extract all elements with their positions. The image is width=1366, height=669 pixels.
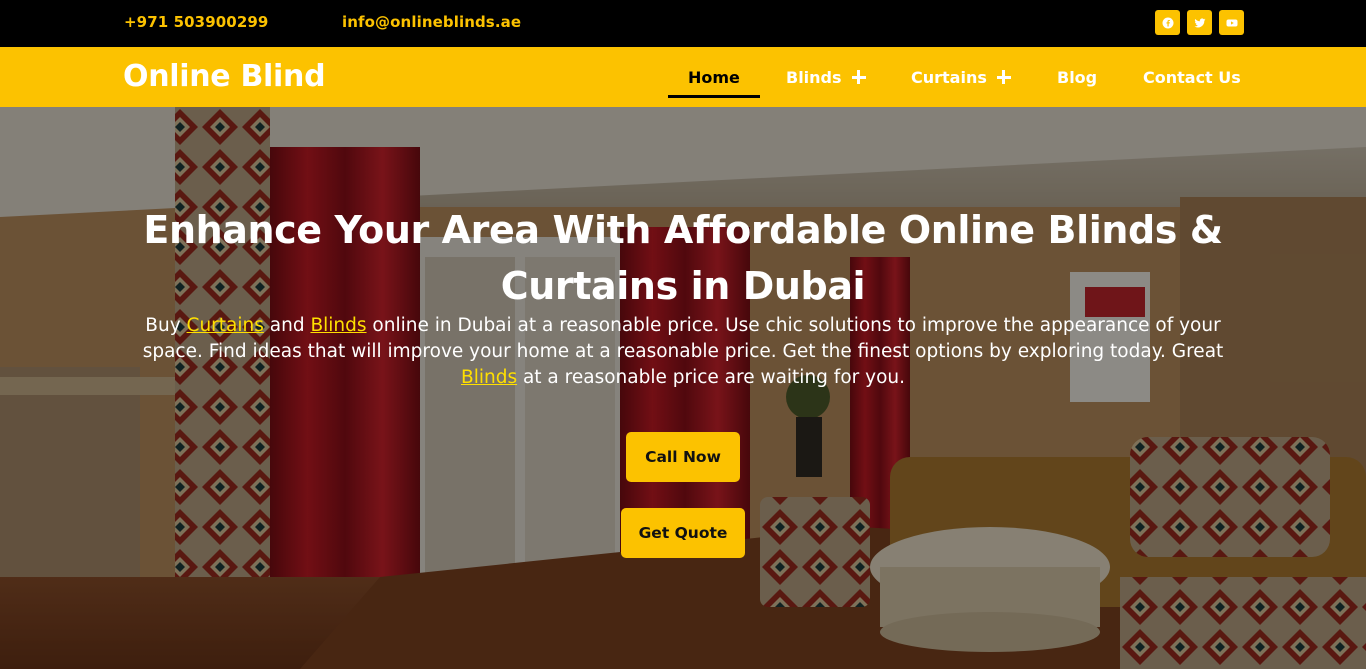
youtube-button[interactable]: [1219, 10, 1244, 35]
email-link[interactable]: info@onlineblinds.ae: [342, 13, 521, 31]
hero-text-part: at a reasonable price are waiting for yo…: [517, 367, 905, 388]
nav-item-contact[interactable]: Contact Us: [1143, 47, 1241, 107]
site-logo[interactable]: Online Blind: [123, 59, 326, 94]
hero-text-part: and: [263, 315, 311, 336]
facebook-button[interactable]: [1155, 10, 1180, 35]
top-bar: +971 503900299 info@onlineblinds.ae: [0, 0, 1366, 47]
social-links: [1155, 10, 1244, 35]
nav-item-label: Curtains: [911, 67, 987, 87]
nav-item-blinds[interactable]: Blinds: [786, 47, 866, 107]
twitter-icon: [1194, 17, 1205, 27]
nav-item-blog[interactable]: Blog: [1057, 47, 1097, 107]
facebook-icon: [1162, 17, 1173, 28]
get-quote-button[interactable]: Get Quote: [621, 508, 745, 558]
main-nav: Online Blind Home Blinds Curtains Blog C…: [0, 47, 1366, 107]
nav-item-label: Blog: [1057, 67, 1098, 87]
nav-item-label: Blinds: [786, 67, 842, 87]
hero-description: Buy Curtains and Blinds online in Dubai …: [125, 313, 1241, 391]
hero-text-part: Buy: [145, 315, 187, 336]
nav-item-label: Home: [688, 67, 740, 87]
phone-link[interactable]: +971 503900299: [124, 13, 268, 31]
hero-title: Enhance Your Area With Affordable Online…: [143, 208, 1223, 308]
nav-item-curtains[interactable]: Curtains: [911, 47, 1011, 107]
hero-section: Enhance Your Area With Affordable Online…: [0, 107, 1366, 669]
plus-icon[interactable]: [851, 70, 866, 84]
twitter-button[interactable]: [1187, 10, 1212, 35]
plus-icon[interactable]: [996, 70, 1011, 84]
nav-item-home[interactable]: Home: [668, 47, 760, 107]
curtains-link[interactable]: Curtains: [187, 315, 264, 336]
blinds-link[interactable]: Blinds: [310, 315, 366, 336]
youtube-icon: [1226, 19, 1237, 26]
nav-item-label: Contact Us: [1143, 67, 1241, 87]
call-now-button[interactable]: Call Now: [626, 432, 740, 482]
blinds-link[interactable]: Blinds: [461, 367, 517, 388]
